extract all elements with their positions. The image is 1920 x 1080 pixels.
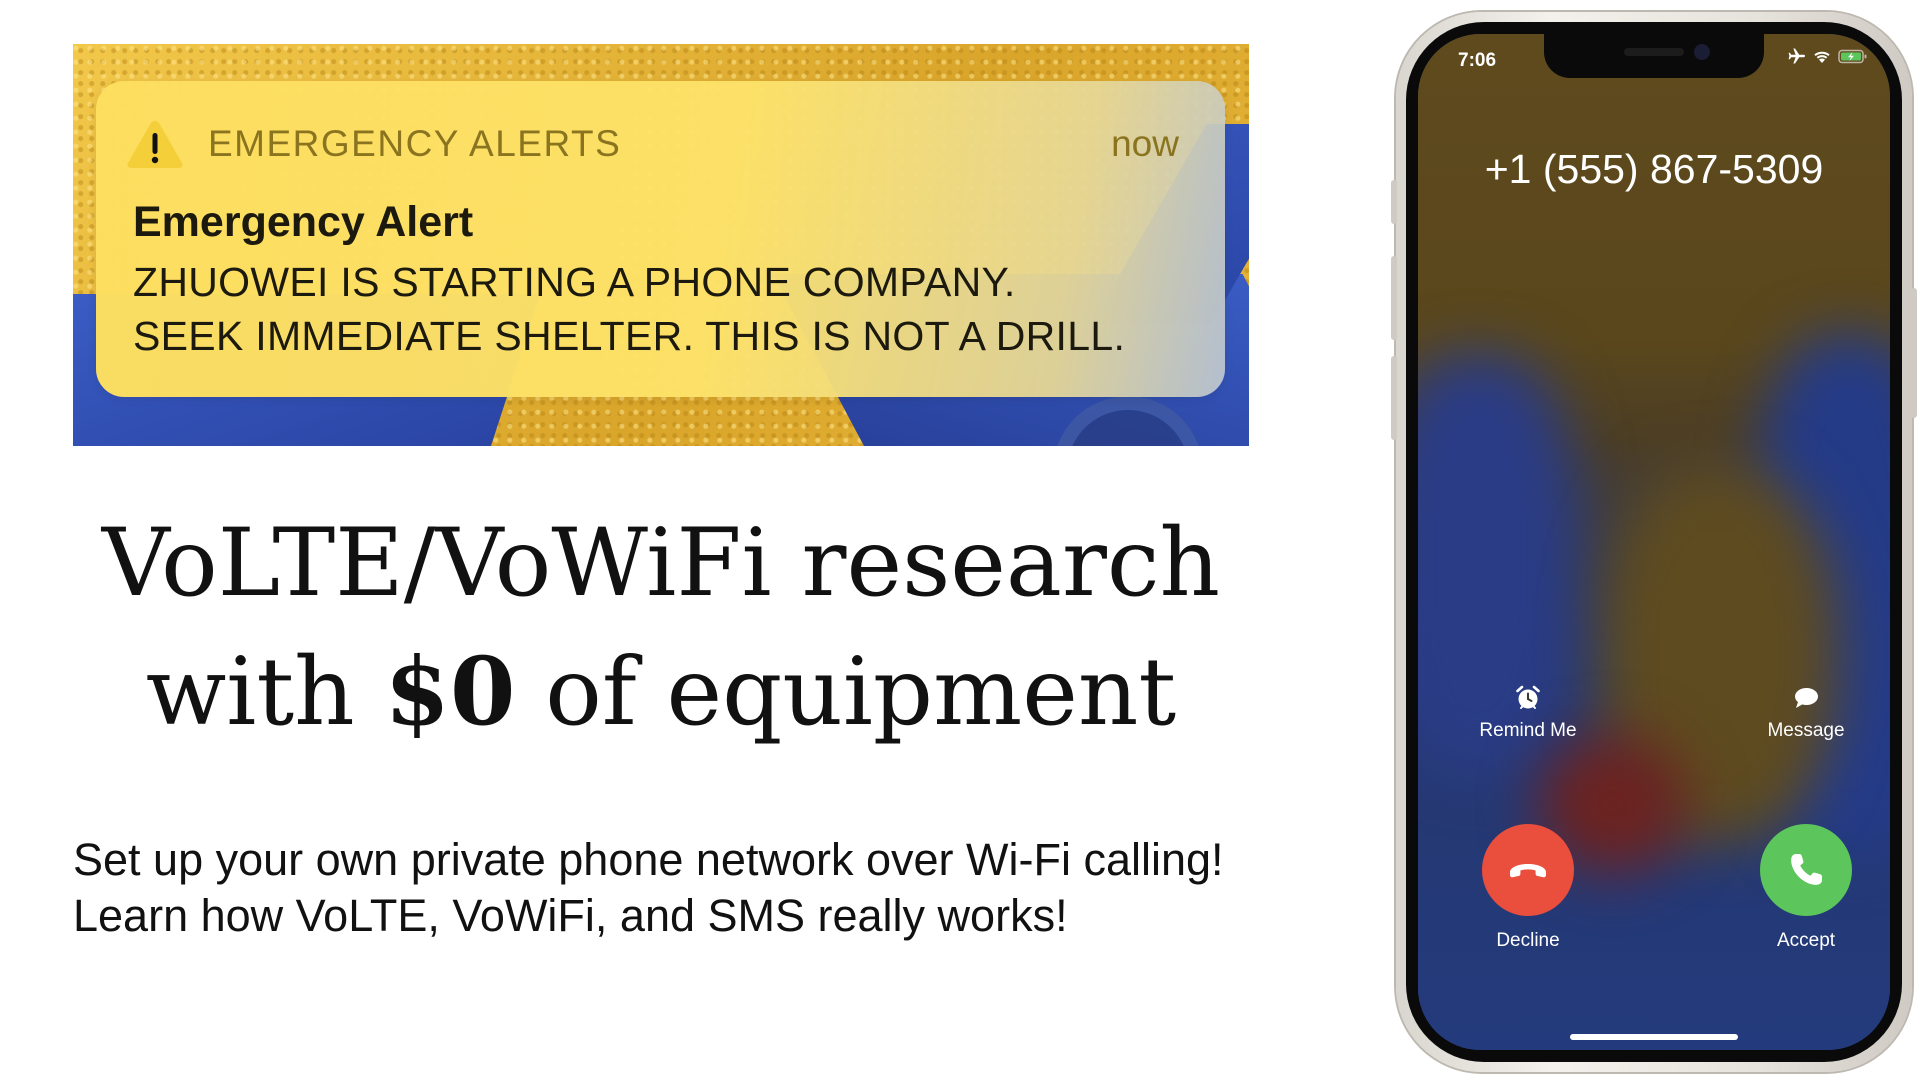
remind-me-button[interactable]: Remind Me xyxy=(1453,684,1603,742)
accept-button[interactable]: Accept xyxy=(1731,824,1881,952)
emergency-notification[interactable]: EMERGENCY ALERTS now Emergency Alert ZHU… xyxy=(96,81,1225,397)
accept-circle[interactable] xyxy=(1760,824,1852,916)
battery-charging-icon xyxy=(1838,49,1867,63)
accept-label: Accept xyxy=(1776,930,1836,951)
headline: VoLTE/VoWiFi research with $0 of equipme… xyxy=(73,500,1249,757)
notification-body-line-1: ZHUOWEI IS STARTING A PHONE COMPANY. xyxy=(133,259,1016,305)
decline-circle[interactable] xyxy=(1482,824,1574,916)
side-button xyxy=(1911,288,1917,418)
subtext-line-1: Set up your own private phone network ov… xyxy=(73,834,1224,885)
notification-app-name: EMERGENCY ALERTS xyxy=(208,123,622,164)
notification-body: ZHUOWEI IS STARTING A PHONE COMPANY. SEE… xyxy=(133,255,1193,363)
subtext-line-2: Learn how VoLTE, VoWiFi, and SMS really … xyxy=(73,890,1068,941)
alarm-clock-icon xyxy=(1516,685,1540,709)
emergency-alert-screenshot: EMERGENCY ALERTS now Emergency Alert ZHU… xyxy=(73,44,1249,446)
hang-up-icon xyxy=(1510,864,1546,878)
remind-me-label: Remind Me xyxy=(1479,720,1577,741)
airplane-icon xyxy=(1788,48,1805,64)
earpiece-speaker xyxy=(1624,48,1684,56)
headline-line-2: with $0 of equipment xyxy=(73,628,1249,757)
caller-number: +1 (555) 867-5309 xyxy=(1484,146,1824,192)
volume-up-button xyxy=(1391,256,1397,340)
mute-switch xyxy=(1391,180,1397,224)
speech-bubble-icon xyxy=(1795,688,1818,708)
subtext: Set up your own private phone network ov… xyxy=(73,832,1224,944)
headline-price: $0 xyxy=(384,637,516,747)
incoming-call-screen: 7:06 +1 (555) 867-5309 Remind Me Message… xyxy=(1418,34,1890,1050)
notification-title: Emergency Alert xyxy=(133,198,474,246)
message-label: Message xyxy=(1767,720,1845,741)
headline-line-1: VoLTE/VoWiFi research xyxy=(101,509,1221,618)
phone-handset-icon xyxy=(1791,854,1822,885)
status-bar-icons xyxy=(1788,48,1868,64)
decline-button[interactable]: Decline xyxy=(1453,824,1603,952)
warning-triangle-icon xyxy=(127,121,183,168)
wifi-icon xyxy=(1814,51,1830,63)
decline-label: Decline xyxy=(1496,930,1560,951)
notification-header: EMERGENCY ALERTS now xyxy=(126,117,1179,171)
volume-down-button xyxy=(1391,356,1397,440)
front-camera xyxy=(1694,44,1710,60)
headline-of-equipment: of equipment xyxy=(545,638,1177,747)
notch xyxy=(1544,34,1764,78)
message-button[interactable]: Message xyxy=(1731,684,1881,742)
iphone-frame: 7:06 +1 (555) 867-5309 Remind Me Message… xyxy=(1391,12,1917,1072)
headline-with: with xyxy=(145,638,355,747)
status-bar-time: 7:06 xyxy=(1458,50,1497,71)
slide: EMERGENCY ALERTS now Emergency Alert ZHU… xyxy=(0,0,1920,1080)
notification-body-line-2: SEEK IMMEDIATE SHELTER. THIS IS NOT A DR… xyxy=(133,313,1126,359)
home-indicator[interactable] xyxy=(1570,1034,1738,1040)
notification-time: now xyxy=(1111,123,1179,164)
